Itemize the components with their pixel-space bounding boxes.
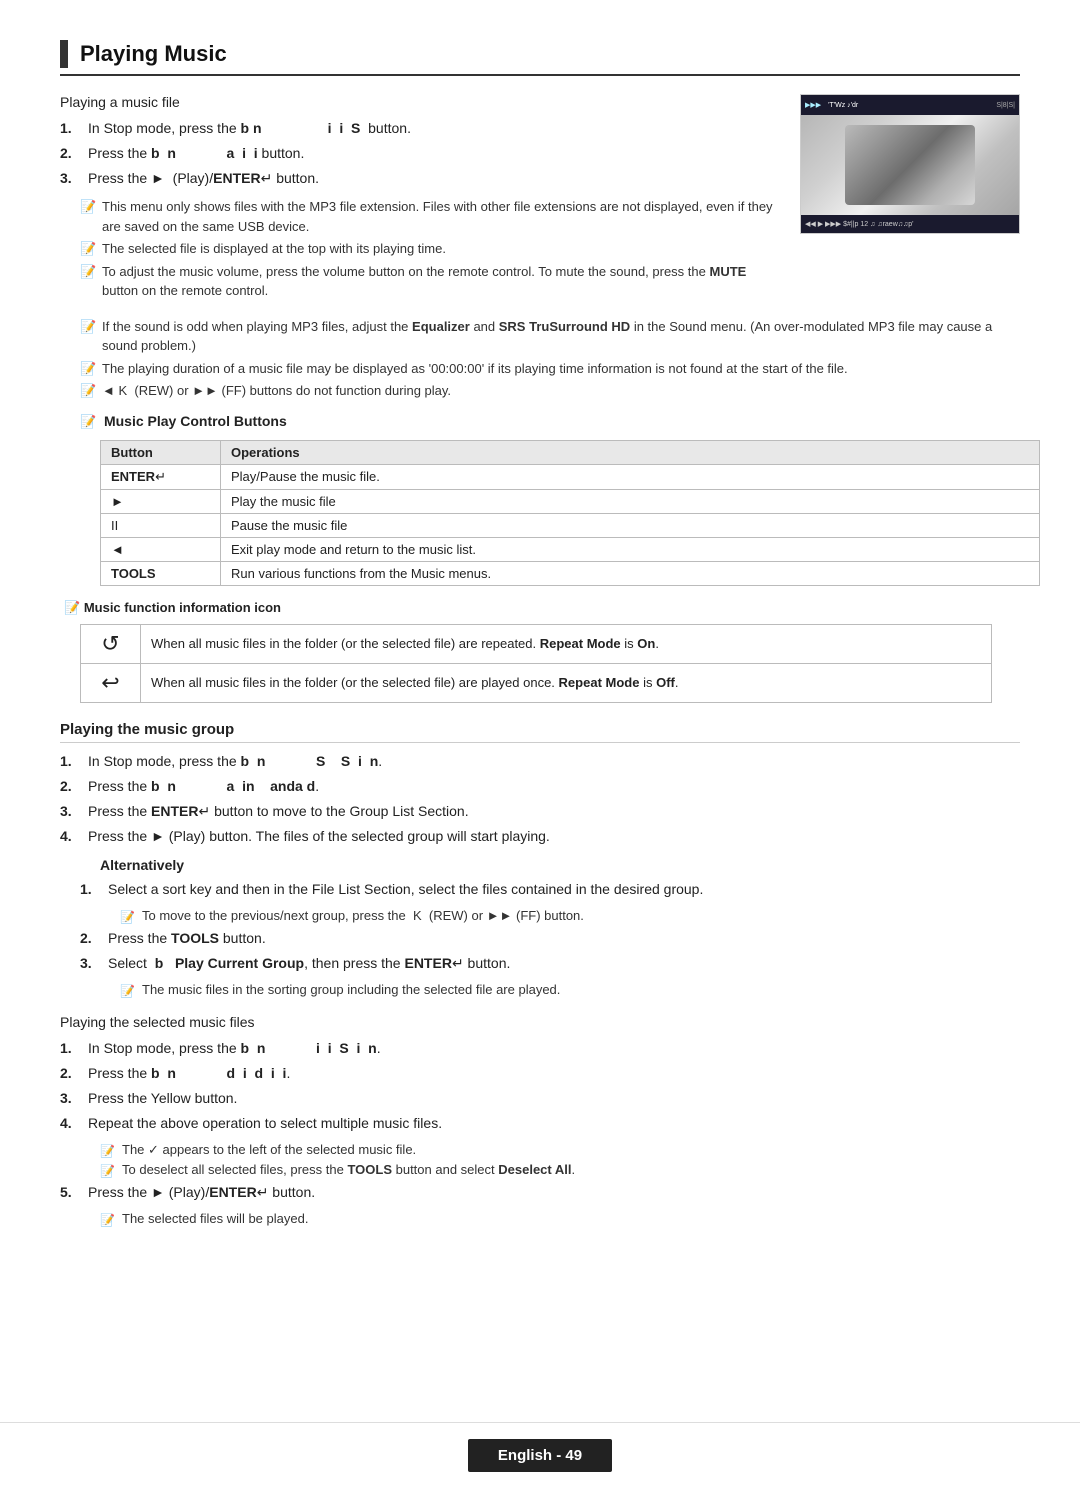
btn-play: ► [101,489,221,513]
playing-selected-section: Playing the selected music files 1. In S… [60,1014,1020,1227]
selected-steps-list: 1. In Stop mode, press the b n i i S i n… [60,1038,1020,1134]
selected-step-2: 2. Press the b n d i d i i. [60,1063,1020,1084]
note-item: 📝 To adjust the music volume, press the … [80,262,780,301]
btn-enter: ENTER↵ [101,464,221,489]
music-function-heading: 📝 Music function information icon [64,600,1020,616]
alt-steps-list-2: 2. Press the TOOLS button. 3. Select b P… [80,928,1020,974]
table-row: II Pause the music file [101,513,1040,537]
playing-music-group-section: Playing the music group 1. In Stop mode,… [60,721,1020,998]
table-row: ◄ Exit play mode and return to the music… [101,537,1040,561]
selected-note-3: 📝 The selected files will be played. [80,1211,1020,1227]
repeat-on-icon: ↺ [81,624,141,663]
repeat-off-desc: When all music files in the folder (or t… [141,663,992,702]
control-buttons-table: Button Operations ENTER↵ Play/Pause the … [100,440,1040,586]
page-title-section: Playing Music [60,40,1020,76]
note-item: 📝 This menu only shows files with the MP… [80,197,780,236]
note-item: 📝 If the sound is odd when playing MP3 f… [80,317,1020,356]
selected-note-2: 📝 To deselect all selected files, press … [80,1162,1020,1178]
repeat-off-icon: ↩ [81,663,141,702]
alt-steps-list: 1. Select a sort key and then in the Fil… [80,879,1020,900]
table-row: TOOLS Run various functions from the Mus… [101,561,1040,585]
music-icon-table: ↺ When all music files in the folder (or… [80,624,992,703]
group-step-4: 4. Press the ► (Play) button. The files … [60,826,1020,847]
alt-step-1: 1. Select a sort key and then in the Fil… [80,879,1020,900]
op-pause: Pause the music file [221,513,1040,537]
page-footer: English - 49 [0,1422,1080,1488]
group-step-1: 1. In Stop mode, press the b n S S i n. [60,751,1020,772]
alt-step-2: 2. Press the TOOLS button. [80,928,1020,949]
note-item: 📝 ◄ K (REW) or ►► (FF) buttons do not fu… [80,381,1020,401]
playing-music-file-heading: Playing a music file [60,94,780,110]
table-row: ENTER↵ Play/Pause the music file. [101,464,1040,489]
op-play: Play the music file [221,489,1040,513]
control-buttons-section: 📝 Music Play Control Buttons Button Oper… [80,413,1020,586]
step-2: 2. Press the b n a i i button. [60,143,780,164]
op-enter: Play/Pause the music file. [221,464,1040,489]
playing-music-file-text: Playing a music file 1. In Stop mode, pr… [60,94,780,307]
playing-group-heading: Playing the music group [60,721,1020,743]
selected-step-5-list: 5. Press the ► (Play)/ENTER↵ button. [60,1182,1020,1203]
tv-bottom-bar: ◀◀ ▶ ▶▶▶ $#||p 12 ♫ ♫raew♫♫p' [801,215,1019,233]
control-buttons-heading: 📝 Music Play Control Buttons [80,413,1020,430]
table-row: ↩ When all music files in the folder (or… [81,663,992,702]
repeat-on-desc: When all music files in the folder (or t… [141,624,992,663]
group-steps-list: 1. In Stop mode, press the b n S S i n. … [60,751,1020,847]
selected-note-1: 📝 The ✓ appears to the left of the selec… [80,1142,1020,1158]
notes-list-2: 📝 If the sound is odd when playing MP3 f… [60,317,1020,401]
step-1: 1. In Stop mode, press the b n i i S but… [60,118,780,139]
music-function-icon-section: 📝 Music function information icon ↺ When… [60,600,1020,703]
group-step-2: 2. Press the b n a in anda d. [60,776,1020,797]
group-step-3: 3. Press the ENTER↵ button to move to th… [60,801,1020,822]
selected-step-1: 1. In Stop mode, press the b n i i S i n… [60,1038,1020,1059]
playing-music-file-section: Playing a music file 1. In Stop mode, pr… [60,94,1020,307]
table-row: ↺ When all music files in the folder (or… [81,624,992,663]
alternatively-heading: Alternatively [100,857,1020,873]
op-stop: Exit play mode and return to the music l… [221,537,1040,561]
btn-tools: TOOLS [101,561,221,585]
btn-stop: ◄ [101,537,221,561]
tv-screen: ▶▶▶ 'T'Wz ♪'dr S|8|S| ◀◀ ▶ ▶▶▶ $#||p 12 … [801,95,1019,233]
btn-pause: II [101,513,221,537]
selected-step-5: 5. Press the ► (Play)/ENTER↵ button. [60,1182,1020,1203]
page-number-badge: English - 49 [468,1439,612,1472]
step-3: 3. Press the ► (Play)/ENTER↵ button. [60,168,780,189]
tv-screenshot: ▶▶▶ 'T'Wz ♪'dr S|8|S| ◀◀ ▶ ▶▶▶ $#||p 12 … [800,94,1020,234]
op-tools: Run various functions from the Music men… [221,561,1040,585]
selected-step-3: 3. Press the Yellow button. [60,1088,1020,1109]
note-item: 📝 The playing duration of a music file m… [80,359,1020,379]
tv-visual-content [801,115,1019,215]
notes-list-1: 📝 This menu only shows files with the MP… [60,197,780,301]
alt-note-2: 📝 The music files in the sorting group i… [100,982,1020,998]
tv-top-bar: ▶▶▶ 'T'Wz ♪'dr S|8|S| [801,95,1019,115]
page-content: Playing Music Playing a music file 1. In… [0,0,1080,1317]
note-item: 📝 The selected file is displayed at the … [80,239,780,259]
col-button: Button [101,440,221,464]
alt-step-3: 3. Select b Play Current Group, then pre… [80,953,1020,974]
step-list-1: 1. In Stop mode, press the b n i i S but… [60,118,780,189]
table-row: ► Play the music file [101,489,1040,513]
alt-note-1: 📝 To move to the previous/next group, pr… [100,908,1020,924]
selected-step-4: 4. Repeat the above operation to select … [60,1113,1020,1134]
playing-selected-heading: Playing the selected music files [60,1014,1020,1030]
col-operations: Operations [221,440,1040,464]
title-bar-decoration [60,40,68,68]
page-title: Playing Music [80,41,227,67]
